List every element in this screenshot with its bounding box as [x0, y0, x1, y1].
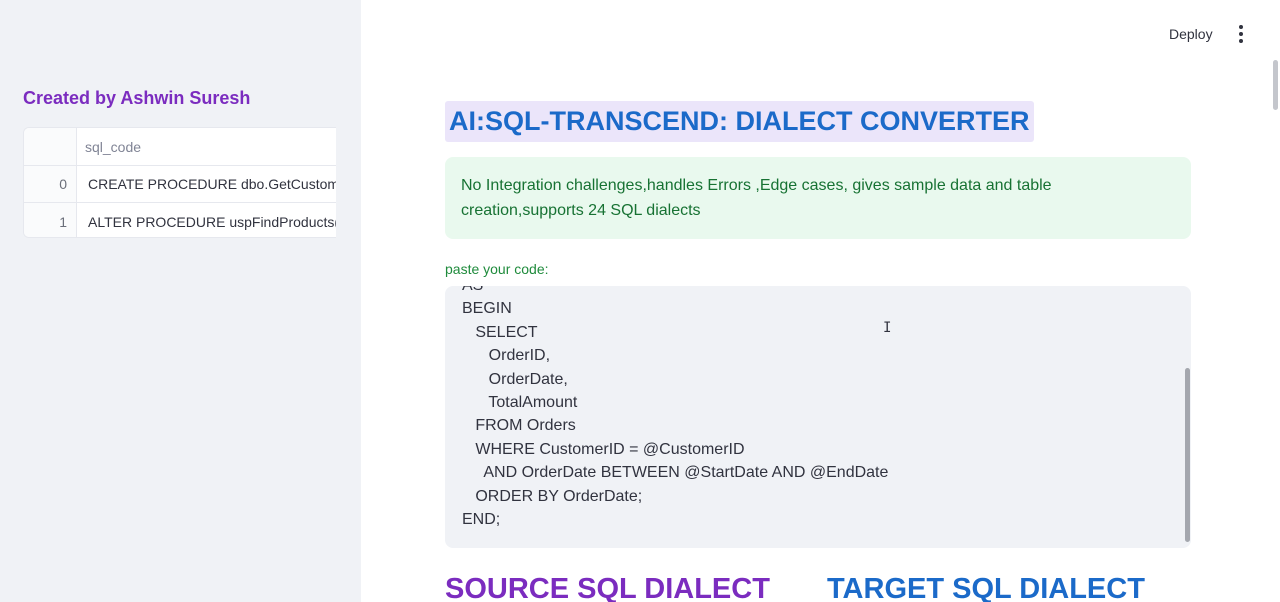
success-alert: No Integration challenges,handles Errors… [445, 157, 1191, 239]
page-scrollbar[interactable] [1273, 60, 1278, 110]
code-textarea[interactable]: AS BEGIN SELECT OrderID, OrderDate, Tota… [445, 286, 1191, 548]
menu-dot [1239, 32, 1243, 36]
code-input-label: paste your code: [445, 261, 549, 277]
target-dialect-heading: TARGET SQL DIALECT [827, 573, 1145, 602]
menu-dot [1239, 39, 1243, 43]
sidebar: Created by Ashwin Suresh sql_code 0 CREA… [0, 0, 361, 602]
sidebar-title: Created by Ashwin Suresh [23, 88, 251, 108]
sql-code-dataframe[interactable]: sql_code 0 CREATE PROCEDURE dbo.GetCusto… [23, 127, 336, 238]
vertical-ellipsis-icon[interactable] [1230, 22, 1252, 46]
dataframe-row[interactable]: 1 ALTER PROCEDURE uspFindProducts(@m [24, 203, 336, 237]
dataframe-row-index: 1 [24, 203, 77, 237]
dataframe-cell[interactable]: CREATE PROCEDURE dbo.GetCustomerSa [77, 166, 336, 202]
dataframe-row[interactable]: 0 CREATE PROCEDURE dbo.GetCustomerSa [24, 166, 336, 203]
textarea-scrollbar[interactable] [1185, 368, 1190, 542]
deploy-button[interactable]: Deploy [1160, 23, 1222, 45]
dataframe-cell[interactable]: ALTER PROCEDURE uspFindProducts(@m [77, 203, 336, 237]
code-textarea-value[interactable]: AS BEGIN SELECT OrderID, OrderDate, Tota… [462, 286, 888, 531]
menu-dot [1239, 25, 1243, 29]
dataframe-index-header [24, 128, 77, 165]
dataframe-row-index: 0 [24, 166, 77, 202]
source-dialect-heading: SOURCE SQL DIALECT [445, 573, 770, 602]
page-title: AI:SQL-TRANSCEND: DIALECT CONVERTER [445, 101, 1034, 142]
text-cursor-icon: I [883, 320, 892, 336]
dataframe-column-header[interactable]: sql_code [77, 128, 336, 165]
dataframe-header-row: sql_code [24, 128, 336, 166]
